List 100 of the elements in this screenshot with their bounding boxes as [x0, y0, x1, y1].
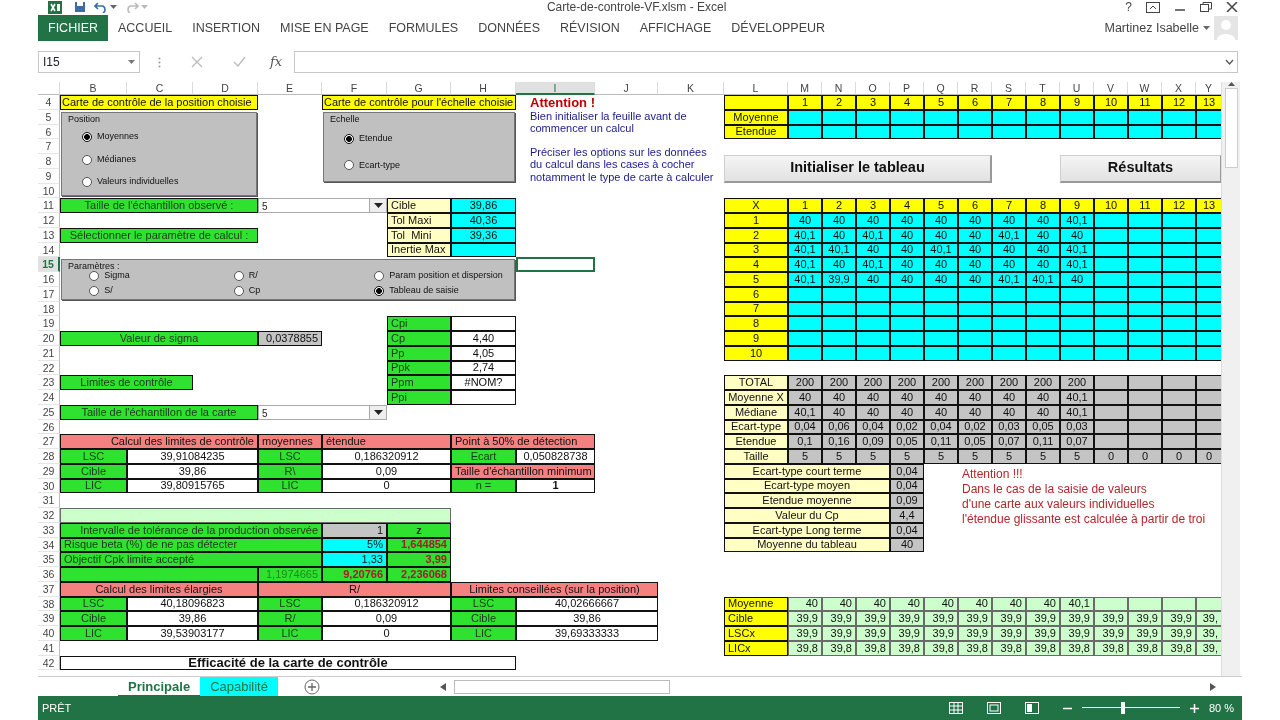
- input-cell[interactable]: [924, 331, 958, 346]
- input-cell[interactable]: [1162, 316, 1196, 331]
- input-cell[interactable]: 40,1: [1026, 272, 1060, 287]
- dropdown[interactable]: 5: [258, 198, 387, 213]
- ribbon-tab[interactable]: DÉVELOPPEUR: [721, 15, 836, 41]
- row-header[interactable]: 15: [38, 257, 60, 272]
- radio-icon[interactable]: [82, 177, 92, 187]
- input-cell[interactable]: 40: [822, 257, 856, 272]
- input-cell[interactable]: [822, 316, 856, 331]
- input-cell[interactable]: [788, 316, 822, 331]
- input-cell[interactable]: [1094, 257, 1128, 272]
- input-cell[interactable]: [822, 331, 856, 346]
- column-header[interactable]: K: [658, 82, 724, 95]
- input-cell[interactable]: [1094, 316, 1128, 331]
- radio-option[interactable]: Cp: [233, 284, 352, 298]
- ribbon-tab[interactable]: FORMULES: [378, 15, 469, 41]
- column-header[interactable]: Q: [924, 82, 958, 95]
- input-cell[interactable]: 40: [958, 257, 992, 272]
- radio-option[interactable]: Param position et dispersion: [374, 269, 503, 283]
- radio-icon[interactable]: [82, 132, 92, 142]
- input-cell[interactable]: [1162, 257, 1196, 272]
- input-cell[interactable]: [992, 316, 1026, 331]
- ribbon-tab[interactable]: AFFICHAGE: [629, 15, 722, 41]
- radio-icon[interactable]: [233, 270, 244, 281]
- horizontal-scrollbar[interactable]: [453, 679, 670, 694]
- input-cell[interactable]: [788, 331, 822, 346]
- row-header[interactable]: 11: [38, 198, 60, 213]
- row-header[interactable]: 35: [38, 552, 60, 567]
- column-header[interactable]: L: [724, 82, 788, 95]
- row-header[interactable]: 12: [38, 213, 60, 228]
- ribbon-tab[interactable]: ACCUEIL: [108, 15, 183, 41]
- radio-icon[interactable]: [374, 285, 385, 296]
- ribbon-display-icon[interactable]: [1146, 1, 1160, 13]
- column-header[interactable]: N: [822, 82, 856, 95]
- user-menu[interactable]: Martinez Isabelle: [1104, 18, 1210, 38]
- column-header[interactable]: M: [788, 82, 822, 95]
- help-button[interactable]: ?: [1125, 0, 1132, 16]
- row-header[interactable]: 16: [38, 272, 60, 287]
- input-cell[interactable]: [1128, 331, 1162, 346]
- input-cell[interactable]: 40,1: [1060, 213, 1094, 228]
- column-header[interactable]: I: [516, 82, 595, 95]
- input-cell[interactable]: [1196, 331, 1221, 346]
- input-cell[interactable]: 1,33: [322, 552, 387, 567]
- column-header[interactable]: W: [1128, 82, 1162, 95]
- sheet-button[interactable]: Résultats: [1060, 155, 1221, 183]
- row-header[interactable]: 40: [38, 626, 60, 641]
- scroll-up-icon[interactable]: [1227, 82, 1235, 86]
- input-cell[interactable]: 40: [1026, 213, 1060, 228]
- radio-option[interactable]: R/: [233, 269, 352, 283]
- input-cell[interactable]: [1060, 331, 1094, 346]
- radio-option[interactable]: Valeurs individuelles: [82, 175, 256, 189]
- column-header[interactable]: B: [60, 82, 127, 95]
- input-cell[interactable]: [1060, 316, 1094, 331]
- radio-option[interactable]: S/: [89, 284, 212, 298]
- input-cell[interactable]: 40,1: [856, 257, 890, 272]
- column-header[interactable]: X: [1162, 82, 1196, 95]
- ribbon-tab[interactable]: INSERTION: [182, 15, 271, 41]
- scroll-thumb[interactable]: [1224, 88, 1238, 168]
- row-header[interactable]: 36: [38, 567, 60, 582]
- name-box[interactable]: I15: [38, 51, 140, 73]
- scroll-left-icon[interactable]: [439, 682, 446, 691]
- row-header[interactable]: 20: [38, 331, 60, 346]
- column-header[interactable]: F: [322, 82, 387, 95]
- radio-icon[interactable]: [344, 160, 354, 171]
- column-header[interactable]: O: [856, 82, 890, 95]
- save-icon[interactable]: [74, 1, 86, 13]
- radio-option[interactable]: Médianes: [82, 152, 256, 167]
- input-cell[interactable]: 40,36: [451, 213, 516, 228]
- caret-icon[interactable]: [373, 409, 383, 415]
- input-cell[interactable]: [1026, 316, 1060, 331]
- normal-view-icon[interactable]: [948, 702, 963, 714]
- column-header[interactable]: H: [451, 82, 516, 95]
- radio-icon[interactable]: [89, 270, 100, 281]
- input-cell[interactable]: 40: [958, 213, 992, 228]
- input-cell[interactable]: [1128, 316, 1162, 331]
- input-cell[interactable]: 40: [992, 257, 1026, 272]
- input-cell[interactable]: 40,1: [992, 272, 1026, 287]
- input-cell[interactable]: [958, 331, 992, 346]
- row-header[interactable]: 19: [38, 316, 60, 331]
- column-header[interactable]: D: [193, 82, 258, 95]
- input-cell[interactable]: [1162, 331, 1196, 346]
- file-menu-button[interactable]: FICHIER: [38, 15, 108, 41]
- dropdown[interactable]: 5: [258, 404, 387, 420]
- row-header[interactable]: 8: [38, 154, 60, 169]
- input-cell[interactable]: 40: [890, 257, 924, 272]
- input-cell[interactable]: 40: [856, 213, 890, 228]
- input-cell[interactable]: [1128, 213, 1162, 228]
- row-header[interactable]: 32: [38, 508, 60, 523]
- input-cell[interactable]: [1128, 272, 1162, 287]
- input-cell[interactable]: [1162, 213, 1196, 228]
- input-cell[interactable]: 40: [856, 272, 890, 287]
- input-cell[interactable]: 40,1: [788, 257, 822, 272]
- row-header[interactable]: 31: [38, 493, 60, 508]
- formula-field[interactable]: [294, 51, 1238, 73]
- input-cell[interactable]: 40: [822, 213, 856, 228]
- column-header[interactable]: E: [258, 82, 322, 95]
- input-cell[interactable]: [890, 316, 924, 331]
- input-cell[interactable]: [1196, 316, 1221, 331]
- column-header[interactable]: Y: [1196, 82, 1221, 95]
- radio-icon[interactable]: [89, 285, 100, 296]
